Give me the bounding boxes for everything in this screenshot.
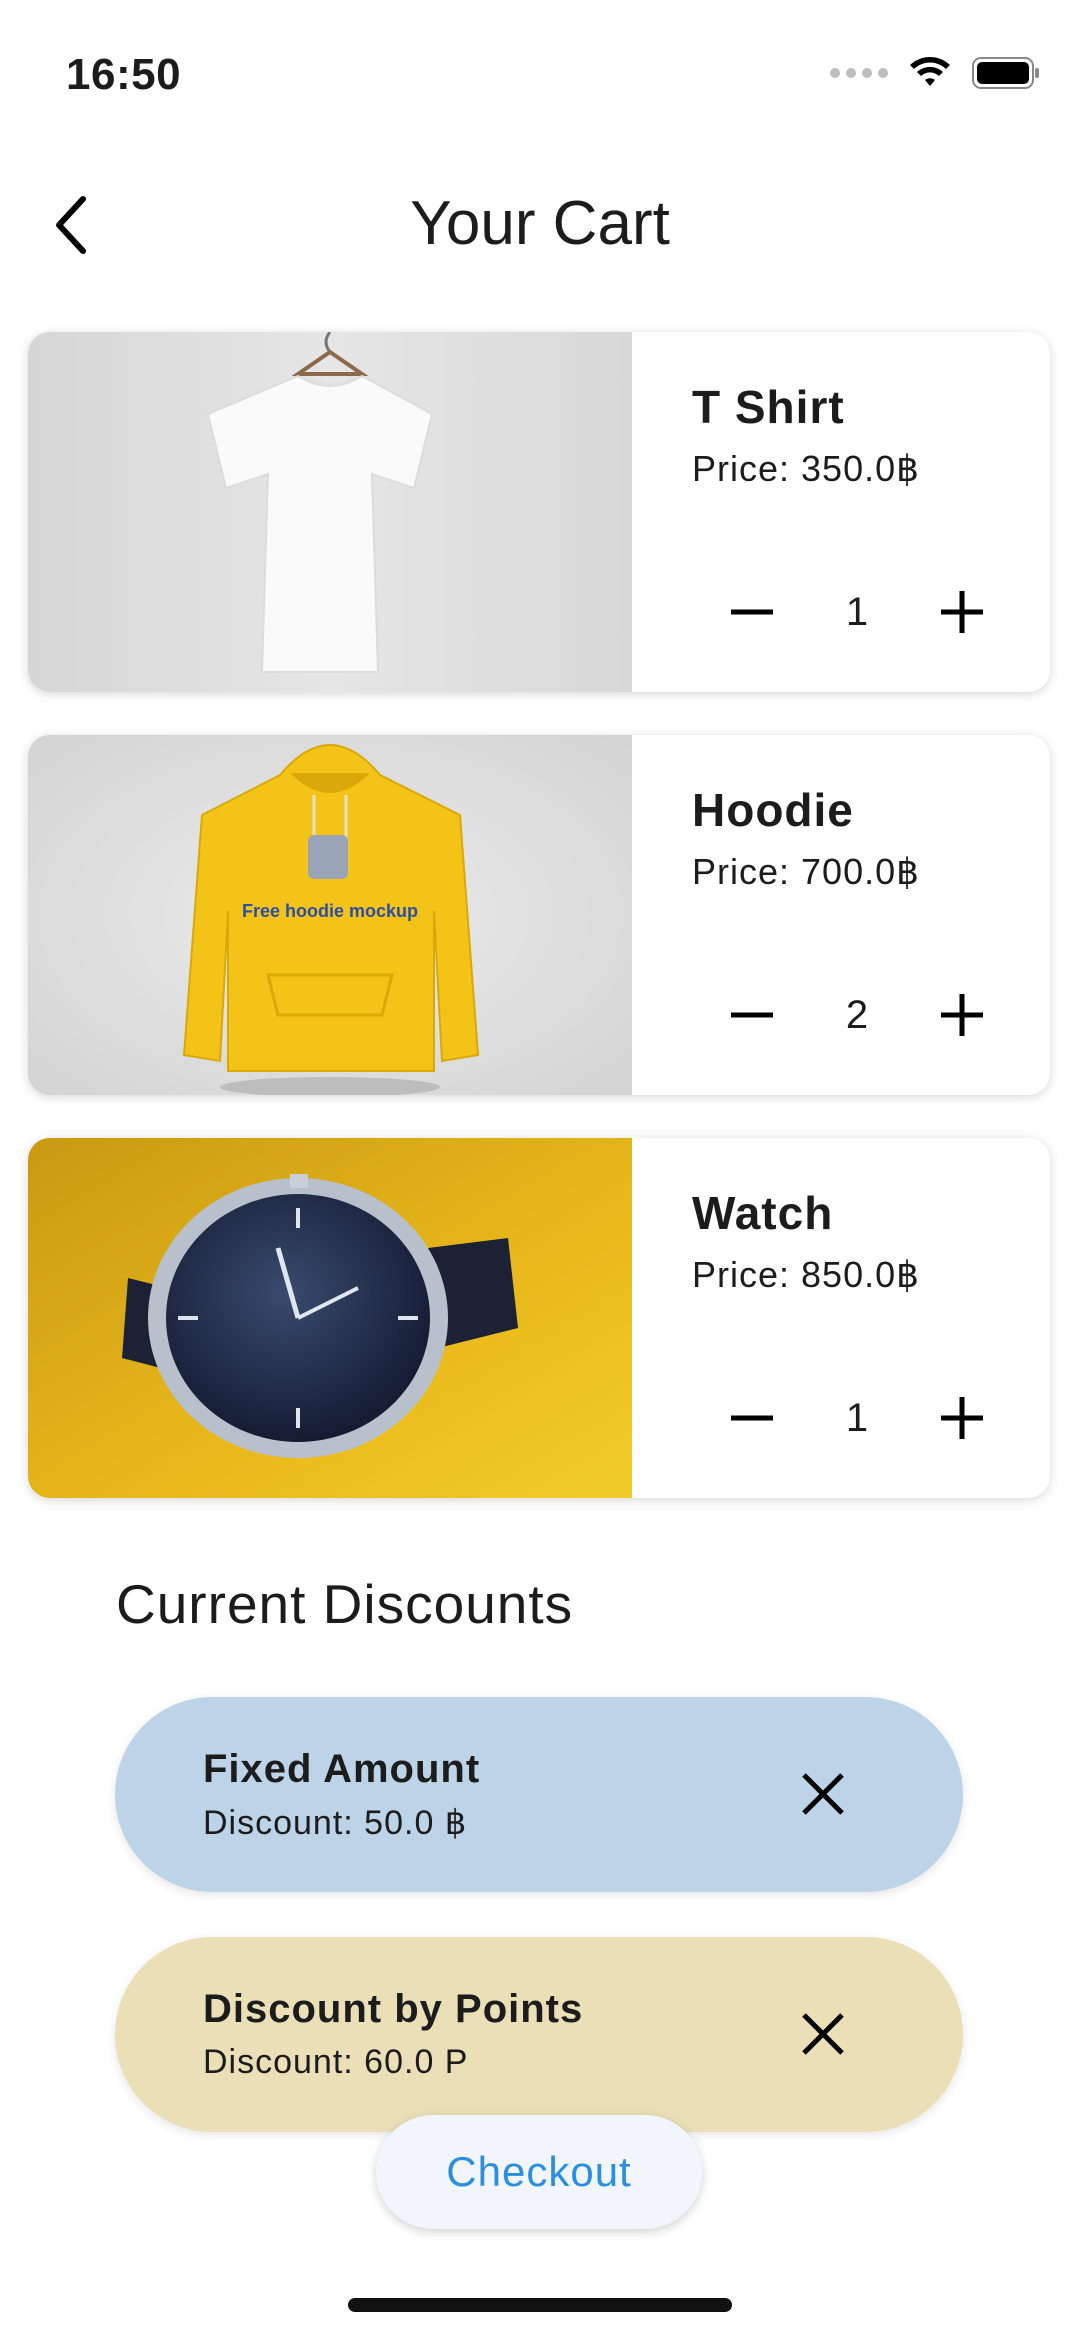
discount-title: Fixed Amount xyxy=(203,1747,481,1791)
product-price: Price: 850.0฿ xyxy=(692,1254,921,1295)
product-info: Hoodie Price: 700.0฿ 2 xyxy=(632,735,1050,1095)
battery-icon xyxy=(972,57,1039,89)
wifi-icon xyxy=(910,57,950,86)
quantity-stepper: 2 xyxy=(722,985,992,1045)
page-title: Your Cart xyxy=(410,189,670,258)
watch-image xyxy=(28,1138,632,1498)
quantity-stepper: 1 xyxy=(722,582,992,642)
quantity-value: 2 xyxy=(845,992,869,1037)
cart-item: T Shirt Price: 350.0฿ 1 xyxy=(28,332,1050,692)
product-price: Price: 350.0฿ xyxy=(692,448,921,489)
decrease-quantity-button[interactable] xyxy=(722,985,782,1045)
discount-amount: Discount: 60.0 P xyxy=(203,2043,469,2081)
product-name: Hoodie xyxy=(692,784,854,836)
increase-quantity-button[interactable] xyxy=(932,985,992,1045)
quantity-value: 1 xyxy=(845,589,869,634)
header: Your Cart xyxy=(0,180,1080,270)
discount-pill: Fixed Amount Discount: 50.0 ฿ xyxy=(115,1697,963,1892)
decrease-quantity-button[interactable] xyxy=(722,582,782,642)
product-info: T Shirt Price: 350.0฿ 1 xyxy=(632,332,1050,692)
product-info: Watch Price: 850.0฿ 1 xyxy=(632,1138,1050,1498)
plus-icon xyxy=(941,1397,983,1439)
product-price: Price: 700.0฿ xyxy=(692,851,921,892)
discount-title: Discount by Points xyxy=(203,1987,584,2031)
cart-list: T Shirt Price: 350.0฿ 1 Free hoodie mock… xyxy=(28,332,1050,1541)
hoodie-print-text: Free hoodie mockup xyxy=(242,901,418,921)
product-name: T Shirt xyxy=(692,381,845,433)
close-icon xyxy=(802,2013,844,2055)
discounts-title: Current Discounts xyxy=(116,1573,574,1635)
minus-icon xyxy=(731,609,773,615)
tshirt-image xyxy=(28,332,632,692)
quantity-value: 1 xyxy=(845,1395,869,1440)
hoodie-image: Free hoodie mockup xyxy=(28,735,632,1095)
minus-icon xyxy=(731,1012,773,1018)
discount-amount: Discount: 50.0 ฿ xyxy=(203,1804,468,1842)
home-indicator xyxy=(348,2298,732,2312)
decrease-quantity-button[interactable] xyxy=(722,1388,782,1448)
remove-discount-button[interactable] xyxy=(793,2004,853,2064)
signal-icon xyxy=(830,68,888,78)
product-name: Watch xyxy=(692,1187,834,1239)
plus-icon xyxy=(941,591,983,633)
cart-item: Watch Price: 850.0฿ 1 xyxy=(28,1138,1050,1498)
remove-discount-button[interactable] xyxy=(793,1764,853,1824)
increase-quantity-button[interactable] xyxy=(932,1388,992,1448)
increase-quantity-button[interactable] xyxy=(932,582,992,642)
close-icon xyxy=(802,1773,844,1815)
discount-pill: Discount by Points Discount: 60.0 P xyxy=(115,1937,963,2132)
minus-icon xyxy=(731,1415,773,1421)
status-time: 16:50 xyxy=(66,50,182,99)
quantity-stepper: 1 xyxy=(722,1388,992,1448)
status-bar: 16:50 xyxy=(0,0,1080,150)
checkout-button[interactable]: Checkout xyxy=(376,2115,702,2229)
plus-icon xyxy=(941,994,983,1036)
cart-item: Free hoodie mockup Hoodie Price: 700.0฿ … xyxy=(28,735,1050,1095)
status-icons xyxy=(830,56,1040,90)
